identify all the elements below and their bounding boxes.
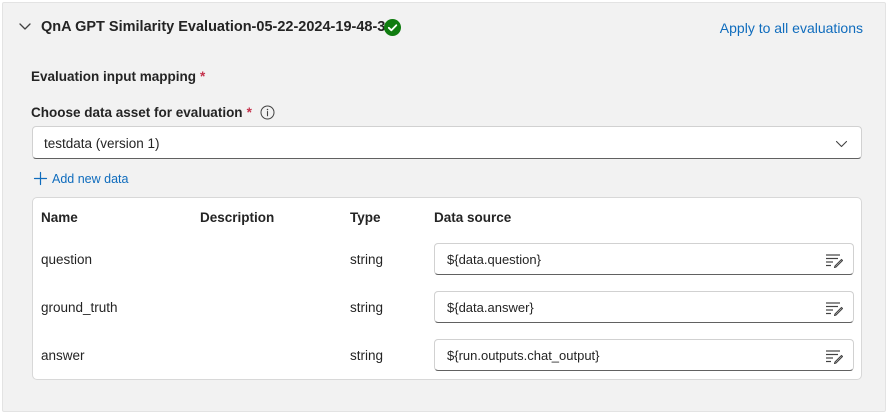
data-source-value: ${data.question} xyxy=(447,252,541,267)
data-source-input-answer[interactable]: ${run.outputs.chat_output} xyxy=(434,339,854,371)
required-marker: * xyxy=(200,69,206,84)
info-icon[interactable] xyxy=(260,105,275,120)
choose-data-asset-label: Choose data asset for evaluation * xyxy=(31,105,275,120)
evaluation-input-mapping-label: Evaluation input mapping * xyxy=(31,69,205,84)
success-check-icon xyxy=(384,19,401,36)
row-name-question: question xyxy=(41,252,93,267)
data-source-value: ${run.outputs.chat_output} xyxy=(447,348,600,363)
evaluation-header: QnA GPT Similarity Evaluation-05-22-2024… xyxy=(3,3,885,53)
required-marker: * xyxy=(246,105,252,120)
edit-mapping-icon[interactable] xyxy=(825,300,843,316)
column-header-data-source: Data source xyxy=(434,210,512,225)
add-new-data-button[interactable]: Add new data xyxy=(33,171,128,186)
edit-mapping-icon[interactable] xyxy=(825,252,843,268)
row-type: string xyxy=(350,348,384,363)
plus-icon xyxy=(33,171,48,186)
input-mapping-table: Name Description Type Data source questi… xyxy=(32,197,862,380)
apply-to-all-link[interactable]: Apply to all evaluations xyxy=(720,20,863,36)
column-header-description: Description xyxy=(200,210,275,225)
choose-label-text: Choose data asset for evaluation xyxy=(31,105,243,120)
selected-data-asset: testdata (version 1) xyxy=(44,136,160,151)
row-name-ground-truth: ground_truth xyxy=(41,300,118,315)
add-new-data-label: Add new data xyxy=(52,171,129,186)
column-header-name: Name xyxy=(41,210,78,225)
data-source-value: ${data.answer} xyxy=(447,300,534,315)
chevron-down-icon[interactable] xyxy=(17,18,33,34)
data-source-input-ground-truth[interactable]: ${data.answer} xyxy=(434,291,854,323)
data-asset-dropdown[interactable]: testdata (version 1) xyxy=(32,126,862,159)
row-name-answer: answer xyxy=(41,348,85,363)
section-label-text: Evaluation input mapping xyxy=(31,69,196,84)
row-type: string xyxy=(350,252,384,267)
chevron-down-icon xyxy=(835,140,848,148)
column-header-type: Type xyxy=(350,210,381,225)
data-source-input-question[interactable]: ${data.question} xyxy=(434,243,854,275)
evaluation-title: QnA GPT Similarity Evaluation-05-22-2024… xyxy=(41,19,394,35)
row-type: string xyxy=(350,300,384,315)
evaluation-panel: QnA GPT Similarity Evaluation-05-22-2024… xyxy=(2,2,886,412)
edit-mapping-icon[interactable] xyxy=(825,348,843,364)
